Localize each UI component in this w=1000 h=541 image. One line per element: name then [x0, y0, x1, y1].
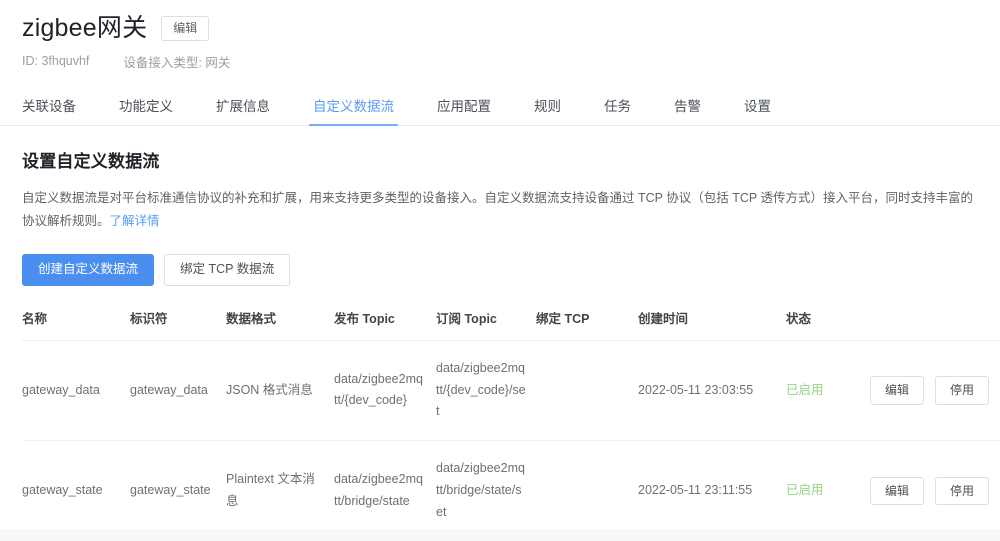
col-header-publish-topic: 发布 Topic — [334, 307, 436, 341]
bind-tcp-data-stream-button[interactable]: 绑定 TCP 数据流 — [164, 254, 291, 286]
cell-operations: 编辑 停用 — [870, 340, 1000, 442]
section-title: 设置自定义数据流 — [22, 151, 160, 171]
learn-more-link[interactable]: 了解详情 — [110, 214, 160, 228]
tab-bar: 关联设备 功能定义 扩展信息 自定义数据流 应用配置 规则 任务 告警 设置 — [0, 88, 1000, 126]
tab-rules[interactable]: 规则 — [534, 100, 561, 125]
tab-app-config[interactable]: 应用配置 — [437, 100, 491, 125]
action-bar: 创建自定义数据流 绑定 TCP 数据流 — [22, 254, 978, 286]
col-header-subscribe-topic: 订阅 Topic — [436, 307, 536, 341]
table-row: gateway_state gateway_state Plaintext 文本… — [22, 440, 1000, 541]
edit-device-button[interactable]: 编辑 — [161, 16, 210, 41]
tab-associated-devices[interactable]: 关联设备 — [22, 100, 76, 125]
cell-identifier: gateway_data — [130, 340, 226, 442]
page-title: zigbee网关 — [22, 14, 148, 42]
cell-name: gateway_state — [22, 440, 130, 541]
col-header-format: 数据格式 — [226, 307, 334, 341]
tab-function-definition[interactable]: 功能定义 — [119, 100, 173, 125]
section-description-text: 自定义数据流是对平台标准通信协议的补充和扩展，用来支持更多类型的设备接入。自定义… — [22, 190, 973, 228]
cell-publish-topic: data/zigbee2mqtt/{dev_code} — [334, 340, 436, 442]
device-meta: ID: 3fhquvhf 设备接入类型: 网关 — [22, 52, 978, 71]
row-disable-button[interactable]: 停用 — [935, 376, 990, 405]
cell-status: 已启用 — [786, 340, 870, 442]
cell-format: Plaintext 文本消息 — [226, 440, 334, 541]
tab-extended-info[interactable]: 扩展信息 — [216, 100, 270, 125]
row-operations: 编辑 停用 — [870, 476, 1000, 506]
cell-publish-topic: data/zigbee2mqtt/bridge/state — [334, 440, 436, 541]
create-custom-data-stream-button[interactable]: 创建自定义数据流 — [22, 254, 155, 286]
table-row: gateway_data gateway_data JSON 格式消息 data… — [22, 340, 1000, 442]
status-badge: 已启用 — [786, 483, 824, 498]
col-header-bind-tcp: 绑定 TCP — [536, 307, 638, 341]
col-header-operations — [870, 307, 1000, 341]
cell-subscribe-topic: data/zigbee2mqtt/{dev_code}/set — [436, 340, 536, 442]
cell-bind-tcp — [536, 340, 638, 442]
table-body: gateway_data gateway_data JSON 格式消息 data… — [22, 340, 1000, 541]
tab-settings[interactable]: 设置 — [744, 100, 771, 125]
table-header: 名称 标识符 数据格式 发布 Topic 订阅 Topic 绑定 TCP 创建时… — [22, 307, 1000, 341]
status-badge: 已启用 — [786, 382, 824, 397]
cell-operations: 编辑 停用 — [870, 440, 1000, 541]
page-bottom-edge — [0, 530, 1000, 541]
tab-alarms[interactable]: 告警 — [674, 100, 701, 125]
cell-subscribe-topic: data/zigbee2mqtt/bridge/state/set — [436, 440, 536, 541]
col-header-created-at: 创建时间 — [638, 307, 786, 341]
col-header-identifier: 标识符 — [130, 307, 226, 341]
cell-identifier: gateway_state — [130, 440, 226, 541]
data-stream-table-wrap: 名称 标识符 数据格式 发布 Topic 订阅 Topic 绑定 TCP 创建时… — [22, 307, 1000, 541]
cell-format: JSON 格式消息 — [226, 340, 334, 442]
col-header-status: 状态 — [786, 307, 870, 341]
device-detail-page: zigbee网关 编辑 ID: 3fhquvhf 设备接入类型: 网关 关联设备… — [0, 0, 1000, 541]
page-header: zigbee网关 编辑 ID: 3fhquvhf 设备接入类型: 网关 — [0, 0, 1000, 71]
tab-tasks[interactable]: 任务 — [604, 100, 631, 125]
table-header-row: 名称 标识符 数据格式 发布 Topic 订阅 Topic 绑定 TCP 创建时… — [22, 307, 1000, 341]
custom-data-stream-section: 设置自定义数据流 自定义数据流是对平台标准通信协议的补充和扩展，用来支持更多类型… — [0, 147, 1000, 541]
cell-created-at: 2022-05-11 23:03:55 — [638, 340, 786, 442]
cell-created-at: 2022-05-11 23:11:55 — [638, 440, 786, 541]
device-id: ID: 3fhquvhf — [22, 54, 90, 69]
col-header-name: 名称 — [22, 307, 130, 341]
section-description: 自定义数据流是对平台标准通信协议的补充和扩展，用来支持更多类型的设备接入。自定义… — [22, 187, 978, 233]
row-disable-button[interactable]: 停用 — [935, 476, 990, 506]
tab-custom-data-stream[interactable]: 自定义数据流 — [309, 100, 398, 126]
cell-name: gateway_data — [22, 340, 130, 442]
row-edit-button[interactable]: 编辑 — [870, 476, 925, 506]
device-access-type: 设备接入类型: 网关 — [123, 55, 231, 70]
title-row: zigbee网关 编辑 — [22, 14, 978, 43]
row-edit-button[interactable]: 编辑 — [870, 376, 925, 405]
row-operations: 编辑 停用 — [870, 376, 1000, 405]
cell-bind-tcp — [536, 440, 638, 541]
cell-status: 已启用 — [786, 440, 870, 541]
data-stream-table: 名称 标识符 数据格式 发布 Topic 订阅 Topic 绑定 TCP 创建时… — [22, 307, 1000, 541]
